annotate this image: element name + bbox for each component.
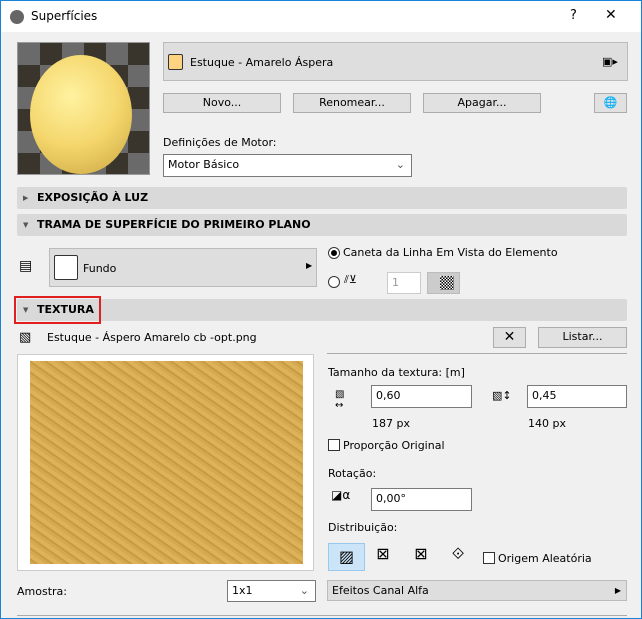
texture-file-name: Estuque - Áspero Amarelo cb -opt.png (47, 331, 257, 344)
rename-button[interactable]: Renomear... (293, 93, 411, 113)
collapse-icon: ▼ (23, 221, 29, 229)
remove-texture-button[interactable]: ✕ (493, 327, 526, 348)
random-origin-label: Origem Aleatória (498, 552, 592, 565)
fill-name: Fundo (83, 262, 117, 275)
fill-swatch (54, 255, 78, 280)
radio-element-pen-label: Caneta da Linha Em Vista do Elemento (343, 246, 558, 259)
section-title: TRAMA DE SUPERFÍCIE DO PRIMEIRO PLANO (37, 218, 311, 231)
highlight-box (14, 296, 101, 324)
chevron-down-icon: ⌄ (299, 584, 309, 597)
rotation-label: Rotação: (328, 467, 377, 480)
texture-file-icon: ▧ (19, 330, 32, 345)
divider (327, 353, 627, 354)
section-title: EXPOSIÇÃO À LUZ (37, 191, 149, 204)
pen-value: 1 (392, 276, 399, 289)
surface-swatch (168, 54, 183, 70)
rotation-icon: ◪α (331, 488, 351, 502)
surface-name: Estuque - Amarelo Áspera (190, 56, 334, 69)
height-value: 0,45 (532, 389, 557, 402)
close-button[interactable]: ✕ (605, 7, 617, 23)
width-value: 0,60 (376, 389, 401, 402)
pen-number-input[interactable]: 1 (387, 272, 421, 294)
list-button[interactable]: Listar... (538, 327, 627, 348)
expand-icon: ▶ (23, 194, 29, 202)
section-texture[interactable]: ▼ TEXTURA (17, 299, 627, 321)
proportion-label: Proporção Original (343, 439, 445, 452)
alpha-effects-selector[interactable]: Efeitos Canal Alfa ▶ (327, 580, 627, 601)
width-px: 187 px (372, 417, 410, 430)
sample-select[interactable]: 1x1 ⌄ (227, 580, 316, 602)
rotation-value: 0,00° (376, 492, 406, 505)
width-icon: ▧ ↔ (335, 389, 345, 411)
image-menu-icon[interactable]: ▣▸ (602, 55, 618, 68)
alpha-effects-label: Efeitos Canal Alfa (332, 584, 429, 597)
window-title: Superfícies (31, 9, 98, 23)
texture-size-label: Tamanho da textura: [m] (328, 366, 465, 379)
height-icon: ▧↕ (492, 389, 512, 402)
height-px: 140 px (528, 417, 566, 430)
delete-button[interactable]: Apagar... (423, 93, 541, 113)
distribution-grid-button[interactable]: ▨ (328, 543, 365, 571)
help-button[interactable]: ? (570, 8, 577, 23)
texture-height-input[interactable]: 0,45 (527, 385, 627, 408)
radio-custom-pen[interactable] (328, 276, 340, 288)
bottom-divider (17, 615, 627, 616)
texture-preview (17, 354, 314, 571)
globe-icon[interactable]: 🌐 (594, 93, 627, 113)
distribution-label: Distribuição: (328, 521, 398, 534)
arrow-right-icon: ▶ (306, 261, 313, 270)
sample-label: Amostra: (17, 585, 67, 598)
engine-value: Motor Básico (168, 158, 240, 171)
distribution-mirror-xy-button[interactable]: ⟐ (445, 544, 471, 570)
distribution-mirror-y-button[interactable]: ⊠ (408, 544, 434, 570)
pen-color-button[interactable] (427, 272, 460, 294)
fill-icon: ▤ (19, 258, 33, 274)
section-surface-fill[interactable]: ▼ TRAMA DE SUPERFÍCIE DO PRIMEIRO PLANO (17, 214, 627, 236)
pen-icon: ⫽⊻ (344, 273, 357, 286)
material-preview (17, 42, 150, 175)
new-button[interactable]: Novo... (163, 93, 281, 113)
sample-value: 1x1 (232, 584, 253, 597)
section-light-exposure[interactable]: ▶ EXPOSIÇÃO À LUZ (17, 187, 627, 209)
texture-width-input[interactable]: 0,60 (371, 385, 472, 408)
random-origin-checkbox[interactable] (483, 552, 495, 564)
chevron-down-icon: ⌄ (395, 158, 405, 171)
app-icon (10, 10, 24, 24)
radio-element-pen[interactable] (328, 247, 340, 259)
distribution-mirror-x-button[interactable]: ⊠ (370, 544, 396, 570)
title-bar: Superfícies ? ✕ (1, 1, 641, 32)
arrow-right-icon: ▶ (614, 586, 621, 595)
rotation-input[interactable]: 0,00° (371, 488, 472, 511)
engine-select[interactable]: Motor Básico ⌄ (163, 154, 412, 177)
engine-label: Definições de Motor: (163, 136, 277, 149)
surfaces-dialog: Superfícies ? ✕ Estuque - Amarelo Áspera… (0, 0, 642, 619)
proportion-checkbox[interactable] (328, 439, 340, 451)
surface-selector[interactable]: Estuque - Amarelo Áspera ▣▸ (163, 42, 628, 81)
fill-selector[interactable]: Fundo ▶ (49, 248, 317, 287)
